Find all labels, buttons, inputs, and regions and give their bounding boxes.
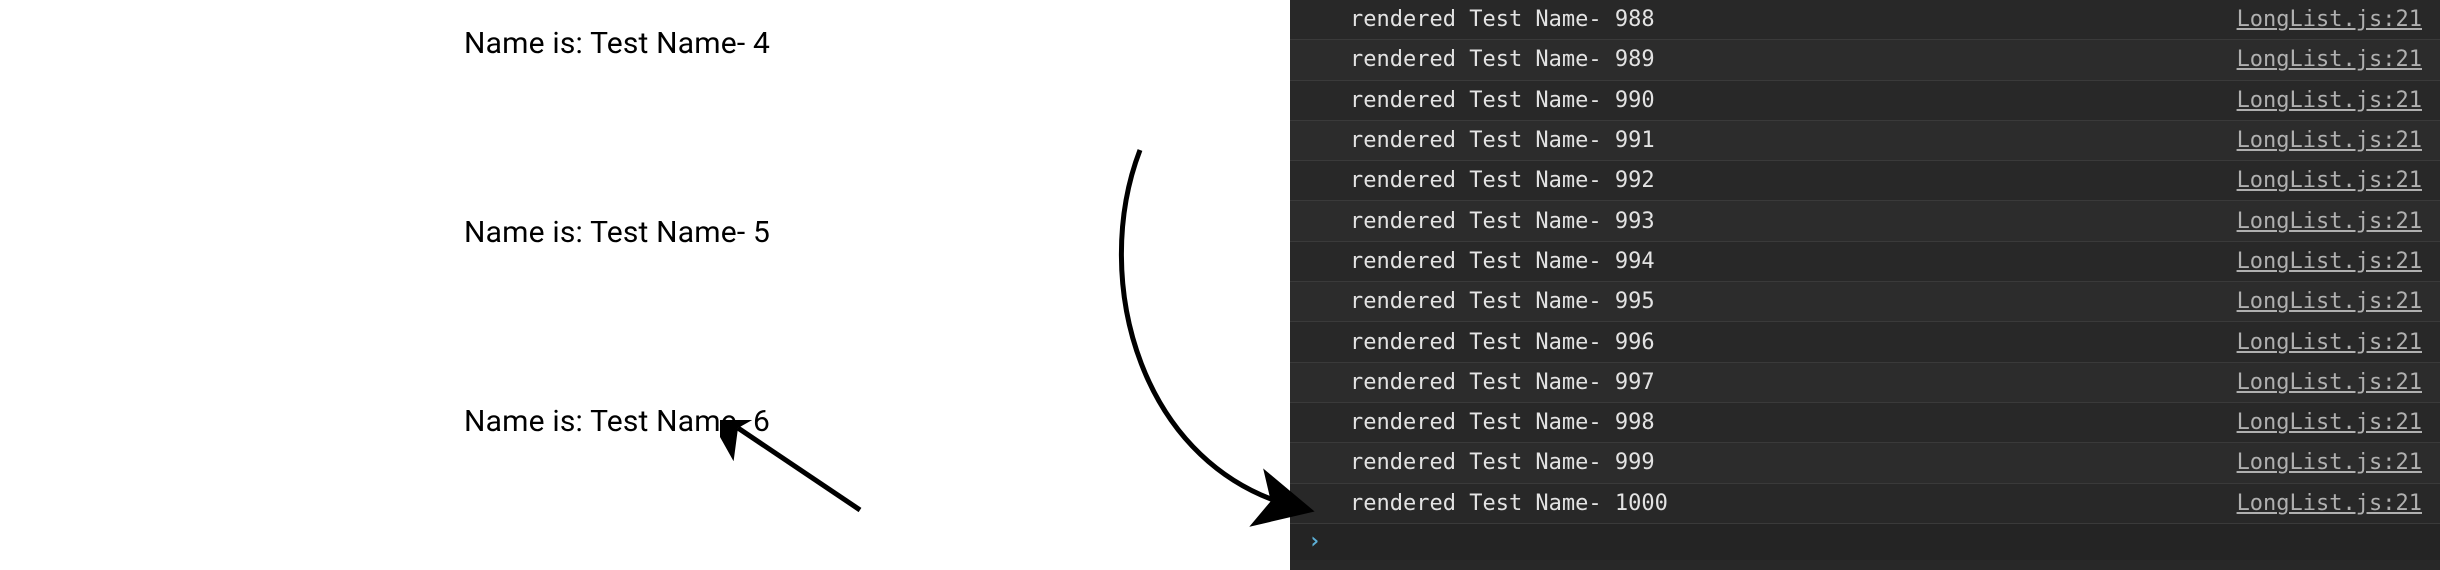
chevron-right-icon: › xyxy=(1308,529,1321,554)
console-log-row[interactable]: rendered Test Name- 995 LongList.js:21 xyxy=(1290,282,2440,322)
console-message: rendered Test Name- 998 xyxy=(1350,410,1655,435)
list-item-label: Name is: Test Name- 6 xyxy=(464,404,770,439)
console-source-link[interactable]: LongList.js:21 xyxy=(2237,168,2422,193)
console-message: rendered Test Name- 997 xyxy=(1350,370,1655,395)
console-input-prompt[interactable]: › xyxy=(1290,524,2440,560)
console-message: rendered Test Name- 994 xyxy=(1350,249,1655,274)
console-log-row[interactable]: rendered Test Name- 996 LongList.js:21 xyxy=(1290,322,2440,362)
console-message: rendered Test Name- 995 xyxy=(1350,289,1655,314)
list-item-label: Name is: Test Name- 5 xyxy=(464,215,770,250)
console-source-link[interactable]: LongList.js:21 xyxy=(2237,47,2422,72)
console-message: rendered Test Name- 989 xyxy=(1350,47,1655,72)
console-log-row[interactable]: rendered Test Name- 998 LongList.js:21 xyxy=(1290,403,2440,443)
console-message: rendered Test Name- 1000 xyxy=(1350,491,1668,516)
console-log-row[interactable]: rendered Test Name- 997 LongList.js:21 xyxy=(1290,363,2440,403)
console-message: rendered Test Name- 990 xyxy=(1350,88,1655,113)
console-log-row[interactable]: rendered Test Name- 994 LongList.js:21 xyxy=(1290,242,2440,282)
console-source-link[interactable]: LongList.js:21 xyxy=(2237,7,2422,32)
list-item: Name is: Test Name- 6 xyxy=(464,404,1290,439)
list-item: Name is: Test Name- 5 xyxy=(464,215,1290,250)
app-viewport: Name is: Test Name- 4 Name is: Test Name… xyxy=(0,0,1290,570)
console-source-link[interactable]: LongList.js:21 xyxy=(2237,209,2422,234)
console-message: rendered Test Name- 992 xyxy=(1350,168,1655,193)
console-message: rendered Test Name- 996 xyxy=(1350,330,1655,355)
console-source-link[interactable]: LongList.js:21 xyxy=(2237,410,2422,435)
console-message: rendered Test Name- 993 xyxy=(1350,209,1655,234)
console-message: rendered Test Name- 999 xyxy=(1350,450,1655,475)
console-source-link[interactable]: LongList.js:21 xyxy=(2237,450,2422,475)
console-log-row[interactable]: rendered Test Name- 993 LongList.js:21 xyxy=(1290,201,2440,241)
devtools-console[interactable]: rendered Test Name- 988 LongList.js:21 r… xyxy=(1290,0,2440,570)
console-source-link[interactable]: LongList.js:21 xyxy=(2237,249,2422,274)
list-item-label: Name is: Test Name- 4 xyxy=(464,26,770,61)
console-source-link[interactable]: LongList.js:21 xyxy=(2237,330,2422,355)
console-source-link[interactable]: LongList.js:21 xyxy=(2237,491,2422,516)
console-source-link[interactable]: LongList.js:21 xyxy=(2237,128,2422,153)
console-message: rendered Test Name- 991 xyxy=(1350,128,1655,153)
console-source-link[interactable]: LongList.js:21 xyxy=(2237,88,2422,113)
console-log-row[interactable]: rendered Test Name- 989 LongList.js:21 xyxy=(1290,40,2440,80)
console-log-row[interactable]: rendered Test Name- 999 LongList.js:21 xyxy=(1290,443,2440,483)
console-source-link[interactable]: LongList.js:21 xyxy=(2237,370,2422,395)
console-log-row[interactable]: rendered Test Name- 991 LongList.js:21 xyxy=(1290,121,2440,161)
list-item: Name is: Test Name- 4 xyxy=(464,26,1290,61)
console-log-row[interactable]: rendered Test Name- 992 LongList.js:21 xyxy=(1290,161,2440,201)
console-message: rendered Test Name- 988 xyxy=(1350,7,1655,32)
console-log-row[interactable]: rendered Test Name- 990 LongList.js:21 xyxy=(1290,81,2440,121)
console-log-row[interactable]: rendered Test Name- 988 LongList.js:21 xyxy=(1290,0,2440,40)
console-source-link[interactable]: LongList.js:21 xyxy=(2237,289,2422,314)
console-log-row[interactable]: rendered Test Name- 1000 LongList.js:21 xyxy=(1290,484,2440,524)
